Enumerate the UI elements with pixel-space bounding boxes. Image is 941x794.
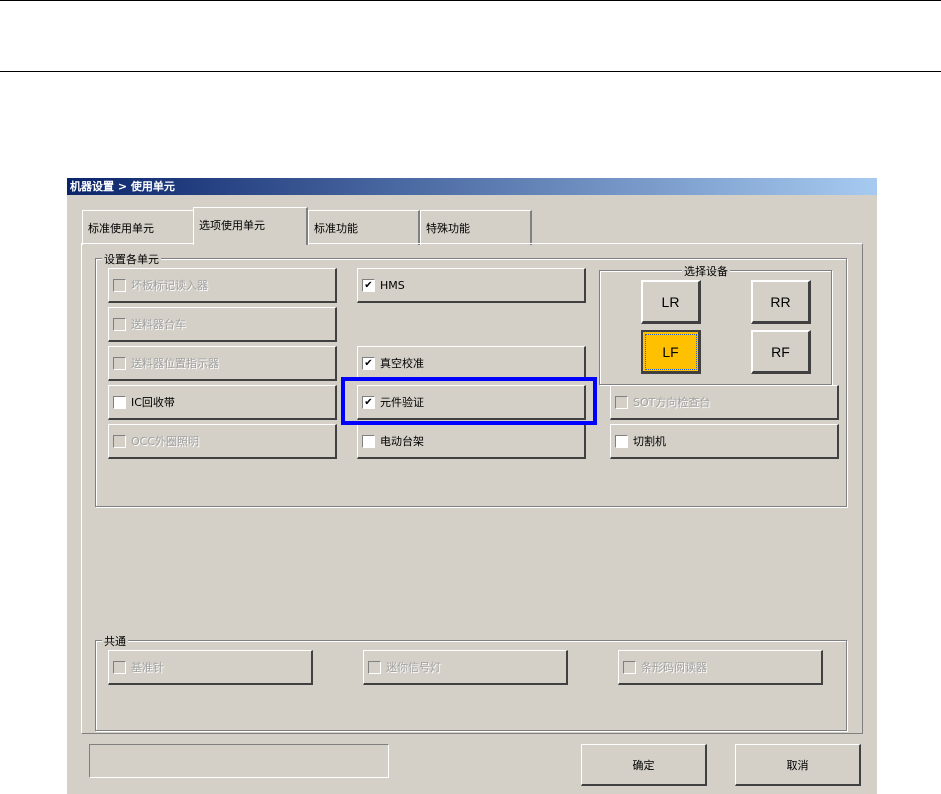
unit-label: 迷你信号灯 bbox=[386, 661, 441, 674]
hms-toggle[interactable]: ✔ HMS bbox=[357, 268, 586, 303]
barcode-reader-toggle[interactable]: 条形码阅读器 bbox=[618, 650, 823, 685]
cutter-toggle[interactable]: 切割机 bbox=[610, 424, 839, 459]
tab-label: 选项使用单元 bbox=[199, 219, 265, 232]
checkbox[interactable] bbox=[362, 434, 375, 448]
unit-label: 真空校准 bbox=[380, 357, 424, 370]
highlight-box bbox=[341, 377, 597, 425]
checkbox[interactable] bbox=[368, 660, 381, 674]
feeder-cart-toggle[interactable]: 送料器台车 bbox=[108, 307, 337, 342]
device-rf-button[interactable]: RF bbox=[751, 330, 811, 374]
unit-label: 送料器台车 bbox=[131, 318, 186, 331]
unit-label: 电动台架 bbox=[380, 435, 424, 448]
ic-reel-toggle[interactable]: IC回收带 bbox=[108, 385, 337, 420]
occ-ring-light-toggle[interactable]: OCC外圈照明 bbox=[108, 424, 337, 459]
checkbox[interactable] bbox=[615, 434, 628, 448]
tab-label: 标准使用单元 bbox=[88, 222, 154, 235]
checkbox[interactable] bbox=[113, 660, 126, 674]
checkbox-checked[interactable]: ✔ bbox=[362, 278, 375, 292]
tab-label: 标准功能 bbox=[314, 222, 358, 235]
unit-label: IC回收带 bbox=[131, 396, 175, 409]
checkbox-checked[interactable]: ✔ bbox=[362, 356, 375, 370]
checkbox[interactable] bbox=[113, 317, 126, 331]
feeder-position-indicator-toggle[interactable]: 送料器位置指示器 bbox=[108, 346, 337, 381]
device-lf-button[interactable]: LF bbox=[641, 330, 701, 374]
settings-window: 机器设置 > 使用单元 标准使用单元 选项使用单元 标准功能 特殊功能 设置各单… bbox=[66, 177, 877, 794]
unit-label: SOT方向检查台 bbox=[633, 396, 711, 409]
checkbox[interactable] bbox=[113, 395, 126, 409]
checkbox[interactable] bbox=[113, 278, 126, 292]
unit-label: HMS bbox=[380, 278, 405, 292]
tab-standard-units[interactable]: 标准使用单元 bbox=[82, 210, 195, 245]
status-box bbox=[89, 744, 389, 778]
group-label: 共通 bbox=[102, 633, 128, 649]
unit-label: OCC外圈照明 bbox=[131, 435, 200, 448]
device-rr-button[interactable]: RR bbox=[751, 280, 811, 324]
unit-label: 基准针 bbox=[131, 661, 164, 674]
reference-pin-toggle[interactable]: 基准针 bbox=[108, 650, 313, 685]
mini-signal-light-toggle[interactable]: 迷你信号灯 bbox=[363, 650, 568, 685]
unit-label: 坏板标记读入器 bbox=[131, 279, 208, 292]
bad-mark-reader-toggle[interactable]: 坏板标记读入器 bbox=[108, 268, 337, 303]
tab-label: 特殊功能 bbox=[426, 222, 470, 235]
checkbox[interactable] bbox=[113, 356, 126, 370]
top-rule bbox=[0, 0, 941, 1]
tab-optional-units[interactable]: 选项使用单元 bbox=[193, 207, 308, 245]
tab-standard-functions[interactable]: 标准功能 bbox=[308, 210, 420, 245]
window-title: 机器设置 > 使用单元 bbox=[67, 178, 877, 195]
ok-button[interactable]: 确定 bbox=[581, 744, 707, 786]
electric-stage-toggle[interactable]: 电动台架 bbox=[357, 424, 586, 459]
checkbox[interactable] bbox=[623, 660, 636, 674]
cancel-button[interactable]: 取消 bbox=[735, 744, 861, 786]
unit-label: 送料器位置指示器 bbox=[131, 357, 219, 370]
group-label: 设置各单元 bbox=[102, 251, 161, 267]
device-lr-button[interactable]: LR bbox=[641, 280, 701, 324]
group-label: 选择设备 bbox=[682, 263, 730, 279]
sot-direction-check-toggle[interactable]: SOT方向检查台 bbox=[610, 385, 839, 420]
checkbox[interactable] bbox=[615, 395, 628, 409]
vacuum-calibration-toggle[interactable]: ✔ 真空校准 bbox=[357, 346, 586, 381]
checkbox[interactable] bbox=[113, 434, 126, 448]
header-rule bbox=[0, 71, 941, 72]
unit-label: 切割机 bbox=[633, 435, 666, 448]
unit-label: 条形码阅读器 bbox=[641, 661, 707, 674]
tab-special-functions[interactable]: 特殊功能 bbox=[420, 210, 532, 245]
